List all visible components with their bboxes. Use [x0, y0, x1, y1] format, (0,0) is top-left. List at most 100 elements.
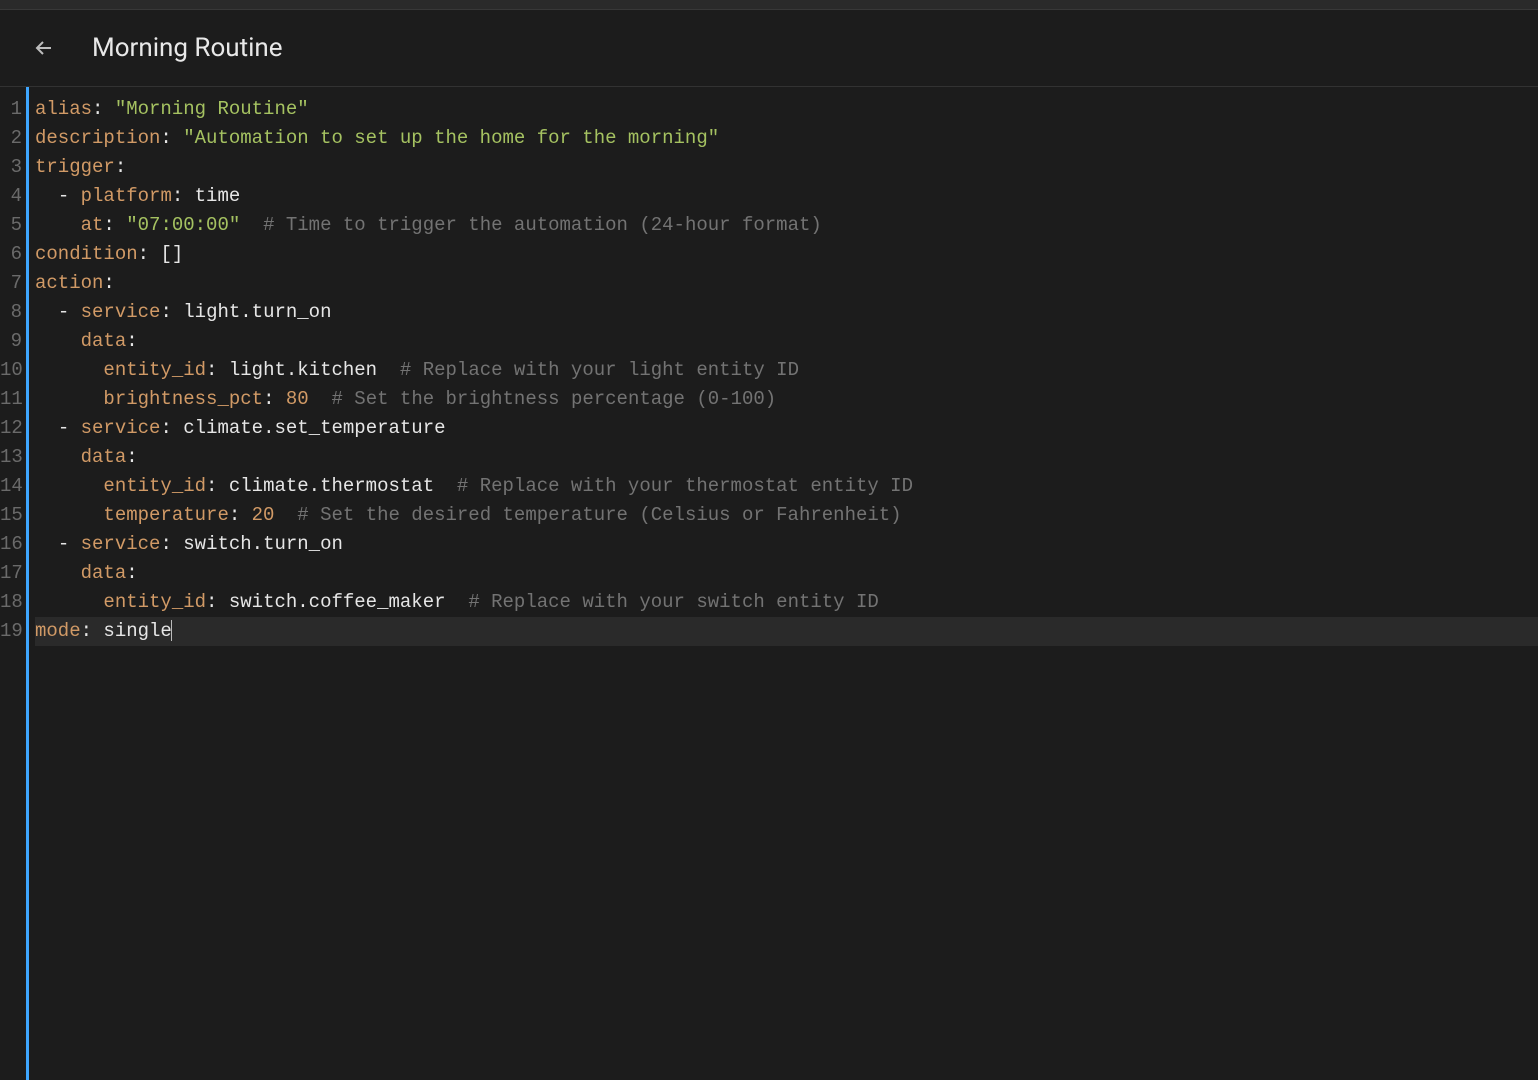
code-token: # Replace with your switch entity ID [468, 591, 878, 613]
arrow-left-icon [32, 36, 56, 60]
line-number: 11 [0, 385, 26, 414]
code-token: # Time to trigger the automation (24-hou… [263, 214, 822, 236]
code-token: - [58, 185, 81, 207]
code-token: # Replace with your light entity ID [400, 359, 799, 381]
code-token: : [263, 388, 286, 410]
code-token [35, 185, 58, 207]
line-number-gutter: 12345678910111213141516171819 [0, 87, 26, 1080]
code-token: : [103, 272, 114, 294]
line-number: 7 [0, 269, 26, 298]
code-token: 20 [252, 504, 275, 526]
code-token: : [172, 185, 195, 207]
code-content[interactable]: alias: "Morning Routine"description: "Au… [29, 87, 1538, 1080]
code-token: : [160, 301, 183, 323]
page-title: Morning Routine [92, 33, 283, 63]
code-token [309, 388, 332, 410]
code-token: [] [160, 243, 183, 265]
code-token: : [115, 156, 126, 178]
code-token: entity_id [103, 359, 206, 381]
code-token: data [81, 446, 127, 468]
code-token: service [81, 301, 161, 323]
code-token [35, 417, 58, 439]
code-token: single [103, 620, 171, 642]
code-line[interactable]: brightness_pct: 80 # Set the brightness … [35, 385, 1538, 414]
code-token: climate.thermostat [229, 475, 434, 497]
code-token [377, 359, 400, 381]
code-line[interactable]: action: [35, 269, 1538, 298]
code-line[interactable]: alias: "Morning Routine" [35, 95, 1538, 124]
code-token: service [81, 533, 161, 555]
code-token: switch.turn_on [183, 533, 343, 555]
code-line[interactable]: - service: light.turn_on [35, 298, 1538, 327]
code-line[interactable]: trigger: [35, 153, 1538, 182]
code-token: : [206, 591, 229, 613]
line-number: 16 [0, 530, 26, 559]
code-line[interactable]: entity_id: climate.thermostat # Replace … [35, 472, 1538, 501]
line-number: 12 [0, 414, 26, 443]
code-line[interactable]: - service: climate.set_temperature [35, 414, 1538, 443]
window-top-bar [0, 0, 1538, 10]
code-token [35, 214, 81, 236]
code-token: climate.set_temperature [183, 417, 445, 439]
code-token [35, 301, 58, 323]
code-line[interactable]: entity_id: light.kitchen # Replace with … [35, 356, 1538, 385]
line-number: 5 [0, 211, 26, 240]
code-line[interactable]: entity_id: switch.coffee_maker # Replace… [35, 588, 1538, 617]
line-number: 18 [0, 588, 26, 617]
code-token: : [138, 243, 161, 265]
code-token: service [81, 417, 161, 439]
code-line[interactable]: data: [35, 443, 1538, 472]
code-line[interactable]: - platform: time [35, 182, 1538, 211]
code-token: : [92, 98, 115, 120]
code-token: : [126, 562, 137, 584]
code-token: alias [35, 98, 92, 120]
code-token: # Set the brightness percentage (0-100) [332, 388, 777, 410]
code-token: entity_id [103, 591, 206, 613]
code-token [35, 446, 81, 468]
code-token: : [126, 330, 137, 352]
line-number: 6 [0, 240, 26, 269]
line-number: 4 [0, 182, 26, 211]
code-token: 80 [286, 388, 309, 410]
code-token [274, 504, 297, 526]
code-token: : [206, 359, 229, 381]
code-token [35, 475, 103, 497]
code-token: - [58, 301, 81, 323]
line-number: 3 [0, 153, 26, 182]
code-token: condition [35, 243, 138, 265]
code-token [434, 475, 457, 497]
yaml-editor[interactable]: 12345678910111213141516171819 alias: "Mo… [0, 86, 1538, 1080]
line-number: 19 [0, 617, 26, 646]
line-number: 13 [0, 443, 26, 472]
code-token [35, 388, 103, 410]
code-line[interactable]: mode: single [35, 617, 1538, 646]
line-number: 15 [0, 501, 26, 530]
code-token: at [81, 214, 104, 236]
code-token [446, 591, 469, 613]
text-cursor [171, 620, 172, 641]
code-line[interactable]: data: [35, 327, 1538, 356]
code-line[interactable]: description: "Automation to set up the h… [35, 124, 1538, 153]
code-token: data [81, 562, 127, 584]
code-token [35, 330, 81, 352]
line-number: 17 [0, 559, 26, 588]
code-line[interactable]: at: "07:00:00" # Time to trigger the aut… [35, 211, 1538, 240]
code-token [35, 504, 103, 526]
code-token [35, 562, 81, 584]
code-token: : [81, 620, 104, 642]
code-token: : [229, 504, 252, 526]
line-number: 10 [0, 356, 26, 385]
code-line[interactable]: - service: switch.turn_on [35, 530, 1538, 559]
code-line[interactable]: condition: [] [35, 240, 1538, 269]
code-token [35, 591, 103, 613]
code-token: mode [35, 620, 81, 642]
code-line[interactable]: data: [35, 559, 1538, 588]
code-token: : [103, 214, 126, 236]
page-header: Morning Routine [0, 10, 1538, 86]
code-token: "07:00:00" [126, 214, 240, 236]
code-line[interactable]: temperature: 20 # Set the desired temper… [35, 501, 1538, 530]
code-token: - [58, 533, 81, 555]
back-button[interactable] [24, 28, 64, 68]
code-token: # Set the desired temperature (Celsius o… [297, 504, 901, 526]
line-number: 8 [0, 298, 26, 327]
